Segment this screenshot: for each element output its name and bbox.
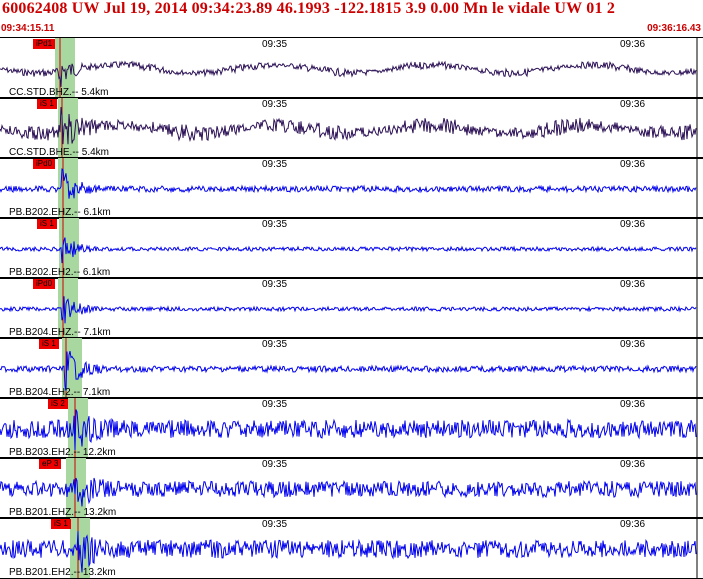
start-time-label: 09:34:15.11 [1,23,55,34]
trace-panel: iS 1 09:35 09:36 PB.B204.EH2.-- 7.1km [0,337,703,399]
pick-flag[interactable]: iS 1 [37,219,57,229]
time-tick-label: 09:35 [262,519,288,530]
trace-panel: iS 1 09:35 09:36 PB.B202.EH2.-- 6.1km [0,217,703,279]
seismogram-panels: iPd1 09:35 09:36 CC.STD.BHZ.-- 5.4km iS 1 09:… [0,37,703,579]
waveform-trace [0,409,697,451]
waveform-trace [0,237,697,264]
trace-panel: iS 1 09:35 09:36 PB.B201.EH2.-- 13.2km [0,517,703,579]
time-tick-label: 09:36 [620,99,646,110]
trace-panel: iS 2 09:35 09:36 PB.B203.EH2.-- 12.2km [0,397,703,459]
waveform-trace [0,60,697,87]
pick-flag[interactable]: iS 2 [48,399,68,409]
waveform-trace [0,296,697,324]
time-tick-label: 09:36 [620,39,646,50]
time-tick-label: 09:35 [262,339,288,350]
end-time-label: 09:36:16.43 [647,23,701,34]
time-tick-label: 09:36 [620,459,646,470]
pick-flag[interactable]: iS 1 [51,519,71,529]
time-tick-label: 09:35 [262,459,288,470]
time-tick-label: 09:35 [262,219,288,230]
trace-panel: iPd1 09:35 09:36 CC.STD.BHZ.-- 5.4km [0,37,703,99]
pick-flag[interactable]: iS 1 [37,99,57,109]
trace-panel: iPd0 09:35 09:36 PB.B202.EHZ.-- 6.1km [0,157,703,219]
waveform-trace [0,168,697,199]
time-tick-label: 09:35 [262,39,288,50]
waveform-trace [0,350,697,391]
time-tick-label: 09:36 [620,219,646,230]
event-title: 60062408 UW Jul 19, 2014 09:34:23.89 46.… [2,0,616,17]
waveform-trace [0,106,697,145]
trace-panel: iPd0 09:35 09:36 PB.B204.EHZ.-- 7.1km [0,277,703,339]
pick-flag[interactable]: iPd0 [33,159,56,169]
pick-flag[interactable]: iPd0 [33,279,56,289]
time-tick-label: 09:36 [620,519,646,530]
trace-panel: iS 1 09:35 09:36 CC.STD.BHE.-- 5.4km [0,97,703,159]
pick-flag[interactable]: iPd1 [33,39,56,49]
time-tick-label: 09:36 [620,159,646,170]
pick-flag[interactable]: eP 3 [39,459,62,469]
event-header: 60062408 UW Jul 19, 2014 09:34:23.89 46.… [0,0,703,22]
time-tick-label: 09:36 [620,399,646,410]
trace-panel: eP 3 09:35 09:36 PB.B201.EHZ.-- 13.2km [0,457,703,519]
time-tick-label: 09:35 [262,279,288,290]
time-tick-label: 09:36 [620,339,646,350]
time-tick-label: 09:36 [620,279,646,290]
station-label: PB.B201.EH2.-- 13.2km [9,567,116,578]
waveform-trace [0,477,697,507]
pick-flag[interactable]: iS 1 [39,339,59,349]
time-tick-label: 09:35 [262,399,288,410]
time-tick-label: 09:35 [262,99,288,110]
time-tick-label: 09:35 [262,159,288,170]
